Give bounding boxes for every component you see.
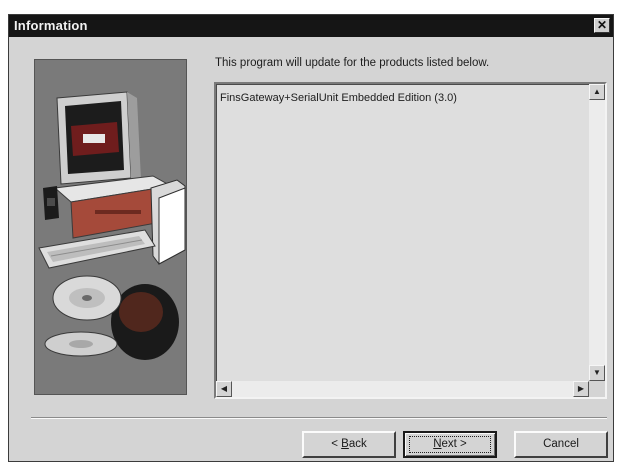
- scroll-up-button[interactable]: ▲: [589, 84, 605, 100]
- back-button-prefix: <: [331, 438, 342, 450]
- scroll-left-button[interactable]: ◀: [216, 381, 232, 397]
- close-icon: ✕: [596, 18, 608, 32]
- computer-and-cd-icon: [35, 60, 186, 394]
- arrow-left-icon: ◀: [220, 384, 228, 393]
- page-heading: This program will update for the product…: [215, 57, 490, 69]
- back-button[interactable]: < Back: [302, 431, 396, 458]
- window-title: Information: [14, 18, 88, 33]
- back-button-hotkey: B: [341, 438, 349, 450]
- close-button[interactable]: ✕: [594, 18, 610, 33]
- scroll-right-button[interactable]: ▶: [573, 381, 589, 397]
- scroll-down-button[interactable]: ▼: [589, 365, 605, 381]
- arrow-right-icon: ▶: [577, 384, 585, 393]
- arrow-up-icon: ▲: [593, 87, 601, 96]
- horizontal-scrollbar[interactable]: ◀ ▶: [216, 381, 589, 397]
- arrow-down-icon: ▼: [593, 368, 601, 377]
- setup-illustration: [34, 59, 187, 395]
- scrollbar-corner: [589, 381, 605, 397]
- next-button[interactable]: Next >: [403, 431, 497, 458]
- cancel-button-label: Cancel: [543, 438, 579, 450]
- setup-dialog: Information ✕ This program will update f…: [8, 14, 614, 462]
- vertical-scrollbar[interactable]: ▲ ▼: [589, 84, 605, 381]
- product-list-content: FinsGateway+SerialUnit Embedded Edition …: [216, 84, 589, 381]
- title-bar[interactable]: Information ✕: [9, 15, 613, 37]
- focus-rectangle: [409, 436, 491, 453]
- list-item[interactable]: FinsGateway+SerialUnit Embedded Edition …: [220, 92, 457, 104]
- separator-line: [31, 417, 607, 419]
- product-list[interactable]: FinsGateway+SerialUnit Embedded Edition …: [214, 82, 607, 399]
- cancel-button[interactable]: Cancel: [514, 431, 608, 458]
- back-button-label: ack: [348, 438, 367, 450]
